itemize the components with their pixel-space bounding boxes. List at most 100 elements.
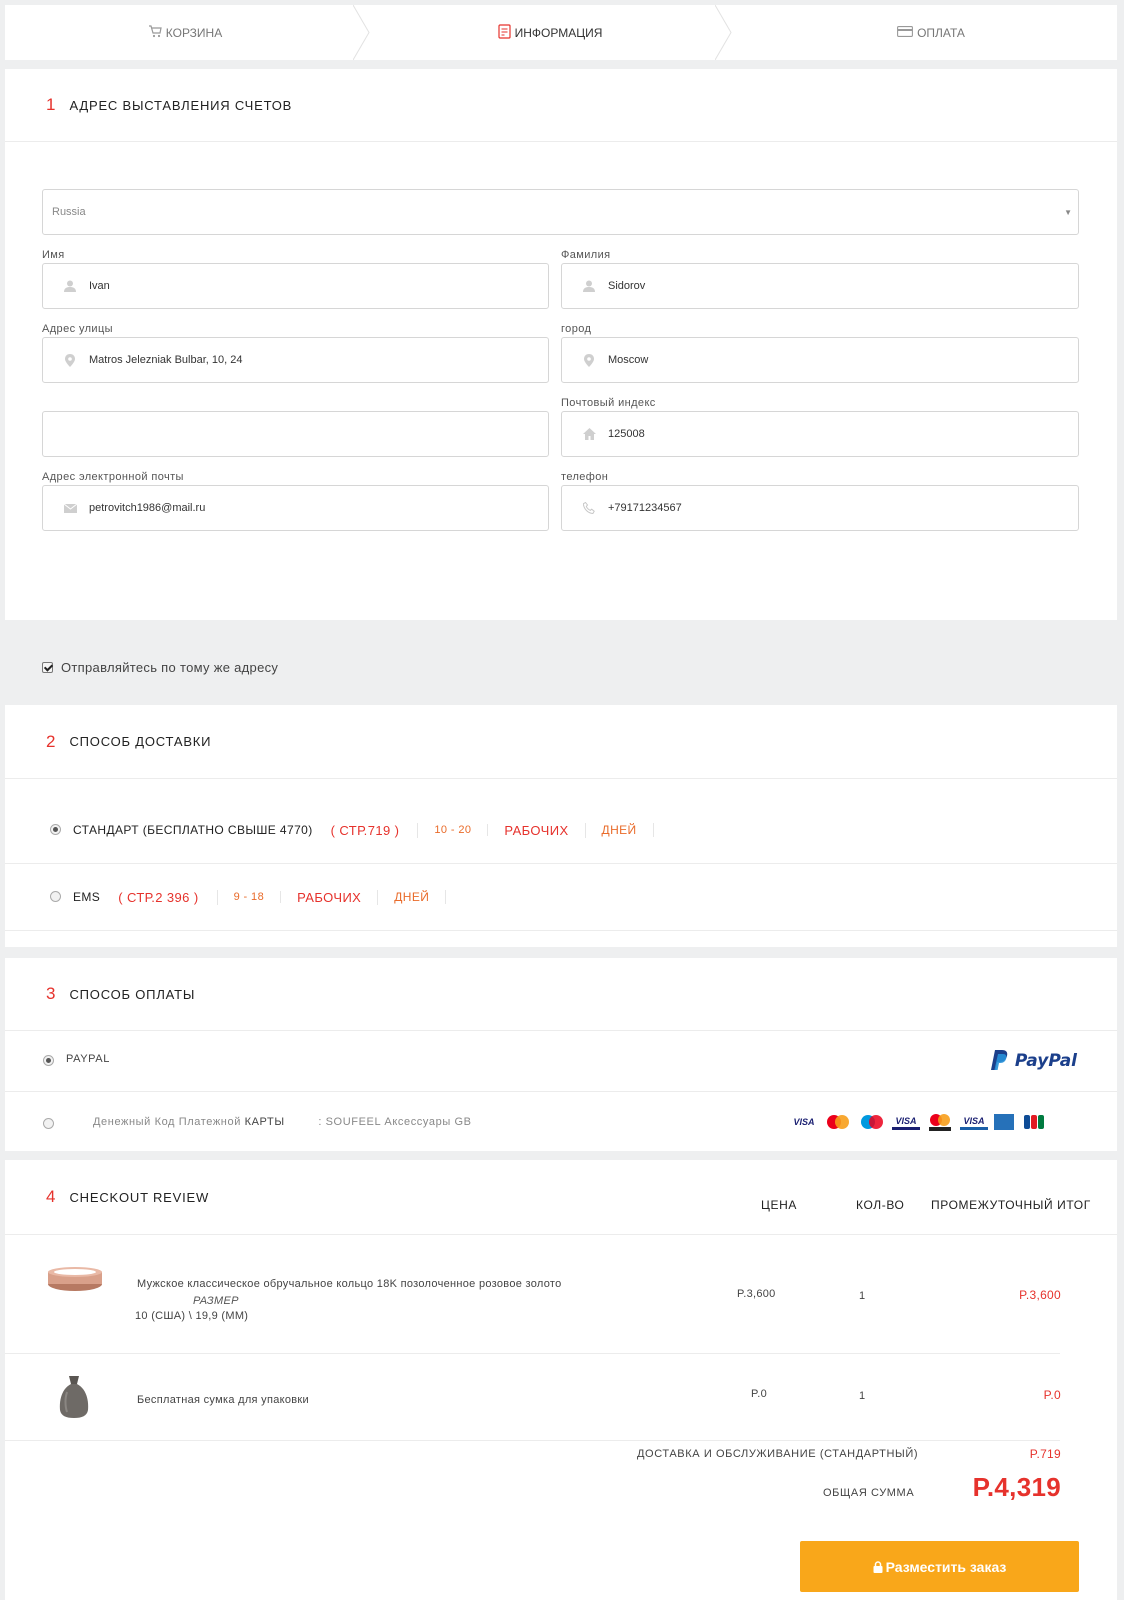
item-qty: 1: [859, 1290, 866, 1302]
billing-section: 1 АДРЕС ВЫСТАВЛЕНИЯ СЧЕТОВ Russia ▼ Имя …: [5, 69, 1117, 620]
divider: [5, 1353, 1060, 1354]
item-subtotal: P.0: [1043, 1388, 1061, 1402]
zip-field[interactable]: 125008: [561, 411, 1079, 457]
same-address-checkbox[interactable]: Отправляйтесь по тому же адресу: [42, 660, 278, 675]
card-label: Денежный Код Платежной КАРТЫ : SOUFEEL А…: [93, 1116, 472, 1128]
city-field[interactable]: Moscow: [561, 337, 1079, 383]
street2-field[interactable]: [42, 411, 549, 457]
email-value: petrovitch1986@mail.ru: [89, 502, 206, 514]
lock-icon: [873, 1560, 883, 1573]
section-number: 1: [46, 95, 56, 114]
mastercard-icon: [824, 1114, 852, 1130]
shipping-option-standard[interactable]: СТАНДАРТ (БЕСПЛАТНО СВЫШЕ 4770) ( СТР.71…: [73, 820, 654, 840]
payment-radio-paypal[interactable]: [43, 1055, 54, 1066]
jcb-icon: [1020, 1114, 1048, 1130]
shipping-radio-standard[interactable]: [50, 824, 61, 835]
last-name-field[interactable]: Sidorov: [561, 263, 1079, 309]
envelope-icon: [63, 503, 77, 513]
step-cart[interactable]: КОРЗИНА: [5, 5, 365, 60]
credit-card-icon: [897, 25, 914, 40]
col-qty-header: КОЛ-ВО: [856, 1198, 905, 1212]
visa-electron-icon: VISA: [960, 1114, 988, 1130]
last-name-label: Фамилия: [561, 249, 611, 261]
country-value: Russia: [52, 206, 86, 218]
step-information[interactable]: ИНФОРМАЦИЯ: [370, 5, 730, 60]
item-name: Мужское классическое обручальное кольцо …: [137, 1278, 562, 1290]
first-name-field[interactable]: Ivan: [42, 263, 549, 309]
zip-label: Почтовый индекс: [561, 397, 656, 409]
step-information-label: ИНФОРМАЦИЯ: [514, 25, 603, 40]
shipping-days-word: ДНЕЙ: [586, 823, 654, 837]
place-order-label: Разместить заказ: [885, 1558, 1007, 1575]
city-label: город: [561, 323, 592, 335]
street-field[interactable]: Matros Jelezniak Bulbar, 10, 24: [42, 337, 549, 383]
phone-field[interactable]: +79171234567: [561, 485, 1079, 531]
total-label: ОБЩАЯ СУММА: [823, 1487, 915, 1499]
shipping-working: РАБОЧИХ: [488, 822, 586, 838]
map-pin-icon: [582, 353, 596, 367]
item-size-label: РАЗМЕР: [193, 1295, 239, 1307]
shipping-days: 9 - 18: [218, 891, 282, 903]
country-select[interactable]: Russia ▼: [42, 189, 1079, 235]
step-divider: [715, 5, 732, 60]
payment-header: 3 СПОСОБ ОПЛАТЫ: [5, 958, 1117, 1031]
col-subtotal-header: ПРОМЕЖУТОЧНЫЙ ИТОГ: [931, 1198, 1091, 1212]
bag-image: [59, 1376, 89, 1418]
billing-header: 1 АДРЕС ВЫСТАВЛЕНИЯ СЧЕТОВ: [5, 69, 1117, 142]
user-icon: [582, 280, 596, 292]
divider: [5, 1440, 1060, 1441]
checkbox-checked-icon: [42, 662, 53, 673]
item-subtotal: P.3,600: [1019, 1288, 1061, 1302]
step-payment[interactable]: ОПЛАТА: [745, 5, 1117, 60]
shipping-section: 2 СПОСОБ ДОСТАВКИ СТАНДАРТ (БЕСПЛАТНО СВ…: [5, 705, 1117, 947]
cart-icon: [148, 24, 162, 41]
street-label: Адрес улицы: [42, 323, 113, 335]
phone-label: телефон: [561, 471, 609, 483]
divider: [5, 863, 1117, 864]
checkout-steps: КОРЗИНА ИНФОРМАЦИЯ ОПЛАТА: [5, 5, 1117, 60]
paypal-label: PAYPAL: [66, 1053, 110, 1065]
user-icon: [63, 280, 77, 292]
shipping-header: 2 СПОСОБ ДОСТАВКИ: [5, 705, 1117, 779]
visa-debit-icon: VISA: [892, 1114, 920, 1130]
ring-image: [48, 1267, 102, 1291]
section-title: CHECKOUT REVIEW: [69, 1189, 210, 1205]
shipping-cost-label: ДОСТАВКА И ОБСЛУЖИВАНИЕ (СТАНДАРТНЫЙ): [637, 1448, 919, 1460]
section-number: 2: [46, 731, 56, 751]
section-title: СПОСОБ ДОСТАВКИ: [69, 734, 212, 749]
amex-icon: [994, 1114, 1014, 1130]
document-icon: [497, 23, 511, 42]
section-title: СПОСОБ ОПЛАТЫ: [69, 986, 196, 1002]
item-price: P.3,600: [737, 1288, 776, 1300]
chevron-down-icon: ▼: [1064, 208, 1072, 217]
paypal-icon: [990, 1050, 1008, 1070]
step-cart-label: КОРЗИНА: [165, 25, 223, 40]
maestro-icon: [858, 1114, 886, 1130]
first-name-label: Имя: [42, 249, 65, 261]
last-name-value: Sidorov: [608, 280, 646, 292]
divider: [5, 1091, 1117, 1092]
shipping-working: РАБОЧИХ: [281, 889, 379, 905]
paypal-logo-text: PayPal: [1014, 1051, 1077, 1071]
paypal-logo: PayPal: [990, 1050, 1077, 1072]
shipping-name: EMS: [73, 890, 101, 904]
shipping-radio-ems[interactable]: [50, 891, 61, 902]
zip-value: 125008: [608, 428, 645, 440]
visa-icon: VISA: [793, 1117, 815, 1127]
payment-section: 3 СПОСОБ ОПЛАТЫ PAYPAL PayPal Денежный К…: [5, 958, 1117, 1151]
card-label-part: Денежный Код Платежной: [93, 1116, 241, 1128]
payment-radio-card[interactable]: [43, 1118, 54, 1129]
card-label-part: : SOUFEEL Аксессуары GB: [318, 1116, 472, 1128]
city-value: Moscow: [608, 354, 649, 366]
place-order-button[interactable]: Разместить заказ: [800, 1541, 1079, 1592]
item-size-value: 10 (США) \ 19,9 (ММ): [135, 1310, 249, 1322]
section-number: 3: [46, 984, 56, 1003]
item-qty: 1: [859, 1390, 866, 1402]
shipping-option-ems[interactable]: EMS ( СТР.2 396 ) 9 - 18 РАБОЧИХ ДНЕЙ: [73, 887, 447, 907]
phone-icon: [582, 502, 596, 514]
shipping-price: ( СТР.2 396 ): [118, 889, 218, 905]
shipping-days-word: ДНЕЙ: [378, 890, 447, 904]
email-field[interactable]: petrovitch1986@mail.ru: [42, 485, 549, 531]
item-price: P.0: [751, 1388, 767, 1400]
step-payment-label: ОПЛАТА: [917, 25, 965, 40]
